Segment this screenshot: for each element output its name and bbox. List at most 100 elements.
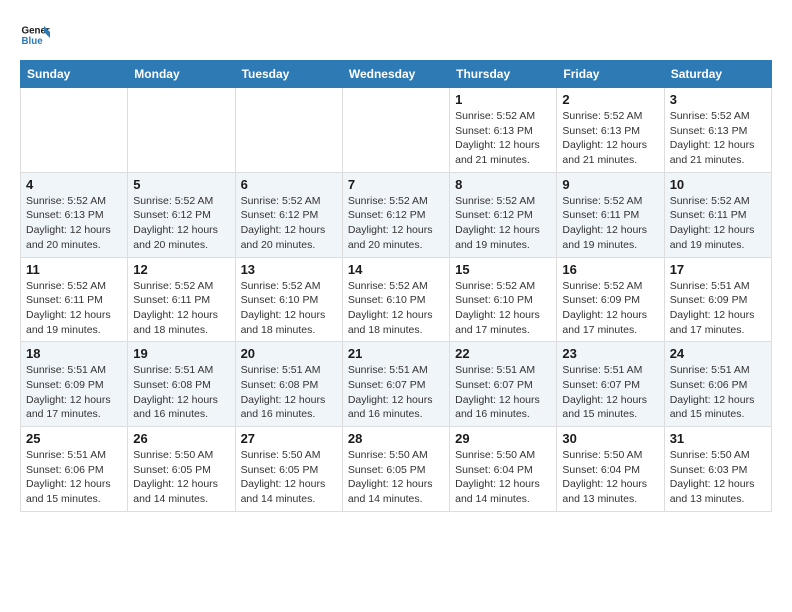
- day-info: Sunrise: 5:50 AMSunset: 6:03 PMDaylight:…: [670, 448, 766, 507]
- day-number: 11: [26, 262, 122, 277]
- day-info: Sunrise: 5:50 AMSunset: 6:04 PMDaylight:…: [455, 448, 551, 507]
- calendar-cell: 24 Sunrise: 5:51 AMSunset: 6:06 PMDayligh…: [664, 342, 771, 427]
- calendar-cell: 8Sunrise: 5:52 AMSunset: 6:12 PMDaylight…: [450, 172, 557, 257]
- weekday-header: Wednesday: [342, 61, 449, 88]
- day-number: 21: [348, 346, 444, 361]
- day-info: Sunrise: 5:51 AMSunset: 6:08 PMDaylight:…: [133, 363, 229, 422]
- day-info: Sunrise: 5:51 AMSunset: 6:06 PMDaylight:…: [26, 448, 122, 507]
- day-number: 29: [455, 431, 551, 446]
- day-info: Sunrise: 5:52 AMSunset: 6:13 PMDaylight:…: [562, 109, 658, 168]
- day-info: Sunrise: 5:52 AMSunset: 6:11 PMDaylight:…: [133, 279, 229, 338]
- calendar-cell: 23 Sunrise: 5:51 AMSunset: 6:07 PMDayligh…: [557, 342, 664, 427]
- calendar-cell: 22 Sunrise: 5:51 AMSunset: 6:07 PMDayligh…: [450, 342, 557, 427]
- day-number: 17: [670, 262, 766, 277]
- calendar-cell: 12 Sunrise: 5:52 AMSunset: 6:11 PMDayligh…: [128, 257, 235, 342]
- day-info: Sunrise: 5:52 AMSunset: 6:10 PMDaylight:…: [241, 279, 337, 338]
- calendar-cell: [128, 88, 235, 173]
- weekday-header: Saturday: [664, 61, 771, 88]
- calendar-cell: 20Sunrise: 5:51 AMSunset: 6:08 PMDayligh…: [235, 342, 342, 427]
- day-info: Sunrise: 5:50 AMSunset: 6:05 PMDaylight:…: [133, 448, 229, 507]
- day-info: Sunrise: 5:52 AMSunset: 6:11 PMDaylight:…: [670, 194, 766, 253]
- day-info: Sunrise: 5:51 AMSunset: 6:09 PMDaylight:…: [670, 279, 766, 338]
- calendar-cell: 11 Sunrise: 5:52 AMSunset: 6:11 PMDayligh…: [21, 257, 128, 342]
- day-number: 19: [133, 346, 229, 361]
- day-info: Sunrise: 5:52 AMSunset: 6:10 PMDaylight:…: [455, 279, 551, 338]
- calendar-cell: 9 Sunrise: 5:52 AMSunset: 6:11 PMDaylight…: [557, 172, 664, 257]
- calendar-cell: 17 Sunrise: 5:51 AMSunset: 6:09 PMDayligh…: [664, 257, 771, 342]
- day-info: Sunrise: 5:51 AMSunset: 6:07 PMDaylight:…: [455, 363, 551, 422]
- day-info: Sunrise: 5:52 AMSunset: 6:11 PMDaylight:…: [562, 194, 658, 253]
- day-number: 15: [455, 262, 551, 277]
- calendar-cell: 10 Sunrise: 5:52 AMSunset: 6:11 PMDayligh…: [664, 172, 771, 257]
- calendar-cell: 15 Sunrise: 5:52 AMSunset: 6:10 PMDayligh…: [450, 257, 557, 342]
- weekday-header: Thursday: [450, 61, 557, 88]
- day-info: Sunrise: 5:50 AMSunset: 6:05 PMDaylight:…: [241, 448, 337, 507]
- calendar-cell: 18Sunrise: 5:51 AMSunset: 6:09 PMDayligh…: [21, 342, 128, 427]
- calendar-cell: 31 Sunrise: 5:50 AMSunset: 6:03 PMDayligh…: [664, 427, 771, 512]
- calendar-cell: 1 Sunrise: 5:52 AMSunset: 6:13 PMDaylight…: [450, 88, 557, 173]
- calendar-cell: 27 Sunrise: 5:50 AMSunset: 6:05 PMDayligh…: [235, 427, 342, 512]
- day-number: 26: [133, 431, 229, 446]
- day-info: Sunrise: 5:52 AMSunset: 6:13 PMDaylight:…: [670, 109, 766, 168]
- day-info: Sunrise: 5:52 AMSunset: 6:12 PMDaylight:…: [241, 194, 337, 253]
- calendar-cell: 28 Sunrise: 5:50 AMSunset: 6:05 PMDayligh…: [342, 427, 449, 512]
- calendar-cell: 5 Sunrise: 5:52 AMSunset: 6:12 PMDaylight…: [128, 172, 235, 257]
- day-number: 22: [455, 346, 551, 361]
- calendar-cell: 29 Sunrise: 5:50 AMSunset: 6:04 PMDayligh…: [450, 427, 557, 512]
- day-info: Sunrise: 5:51 AMSunset: 6:07 PMDaylight:…: [348, 363, 444, 422]
- day-number: 4: [26, 177, 122, 192]
- day-info: Sunrise: 5:50 AMSunset: 6:05 PMDaylight:…: [348, 448, 444, 507]
- day-number: 23: [562, 346, 658, 361]
- calendar-cell: 26 Sunrise: 5:50 AMSunset: 6:05 PMDayligh…: [128, 427, 235, 512]
- calendar-cell: 7Sunrise: 5:52 AMSunset: 6:12 PMDaylight…: [342, 172, 449, 257]
- calendar-cell: 4 Sunrise: 5:52 AMSunset: 6:13 PMDaylight…: [21, 172, 128, 257]
- day-number: 24: [670, 346, 766, 361]
- day-info: Sunrise: 5:51 AMSunset: 6:09 PMDaylight:…: [26, 363, 122, 422]
- header: General Blue: [20, 20, 772, 50]
- calendar-cell: 21 Sunrise: 5:51 AMSunset: 6:07 PMDayligh…: [342, 342, 449, 427]
- calendar-cell: 30 Sunrise: 5:50 AMSunset: 6:04 PMDayligh…: [557, 427, 664, 512]
- day-number: 25: [26, 431, 122, 446]
- calendar-cell: 16Sunrise: 5:52 AMSunset: 6:09 PMDayligh…: [557, 257, 664, 342]
- day-number: 9: [562, 177, 658, 192]
- calendar-week-row: 4 Sunrise: 5:52 AMSunset: 6:13 PMDaylight…: [21, 172, 772, 257]
- day-number: 7: [348, 177, 444, 192]
- day-number: 2: [562, 92, 658, 107]
- calendar-week-row: 1 Sunrise: 5:52 AMSunset: 6:13 PMDaylight…: [21, 88, 772, 173]
- weekday-header: Monday: [128, 61, 235, 88]
- day-number: 16: [562, 262, 658, 277]
- day-number: 12: [133, 262, 229, 277]
- day-number: 3: [670, 92, 766, 107]
- day-number: 10: [670, 177, 766, 192]
- calendar-cell: [21, 88, 128, 173]
- day-info: Sunrise: 5:52 AMSunset: 6:12 PMDaylight:…: [133, 194, 229, 253]
- logo-icon: General Blue: [20, 20, 50, 50]
- day-info: Sunrise: 5:51 AMSunset: 6:07 PMDaylight:…: [562, 363, 658, 422]
- calendar-week-row: 25 Sunrise: 5:51 AMSunset: 6:06 PMDayligh…: [21, 427, 772, 512]
- calendar-cell: [342, 88, 449, 173]
- calendar-week-row: 11 Sunrise: 5:52 AMSunset: 6:11 PMDayligh…: [21, 257, 772, 342]
- day-info: Sunrise: 5:52 AMSunset: 6:13 PMDaylight:…: [26, 194, 122, 253]
- weekday-header-row: SundayMondayTuesdayWednesdayThursdayFrid…: [21, 61, 772, 88]
- day-info: Sunrise: 5:52 AMSunset: 6:11 PMDaylight:…: [26, 279, 122, 338]
- logo: General Blue: [20, 20, 50, 50]
- day-info: Sunrise: 5:50 AMSunset: 6:04 PMDaylight:…: [562, 448, 658, 507]
- calendar-cell: 14 Sunrise: 5:52 AMSunset: 6:10 PMDayligh…: [342, 257, 449, 342]
- day-info: Sunrise: 5:52 AMSunset: 6:10 PMDaylight:…: [348, 279, 444, 338]
- calendar-cell: 3 Sunrise: 5:52 AMSunset: 6:13 PMDaylight…: [664, 88, 771, 173]
- day-number: 31: [670, 431, 766, 446]
- day-number: 6: [241, 177, 337, 192]
- day-number: 5: [133, 177, 229, 192]
- day-number: 13: [241, 262, 337, 277]
- day-number: 27: [241, 431, 337, 446]
- day-info: Sunrise: 5:52 AMSunset: 6:13 PMDaylight:…: [455, 109, 551, 168]
- calendar-cell: 6 Sunrise: 5:52 AMSunset: 6:12 PMDaylight…: [235, 172, 342, 257]
- day-info: Sunrise: 5:51 AMSunset: 6:06 PMDaylight:…: [670, 363, 766, 422]
- calendar-cell: 19 Sunrise: 5:51 AMSunset: 6:08 PMDayligh…: [128, 342, 235, 427]
- day-number: 14: [348, 262, 444, 277]
- day-number: 28: [348, 431, 444, 446]
- day-number: 30: [562, 431, 658, 446]
- day-number: 8: [455, 177, 551, 192]
- day-number: 1: [455, 92, 551, 107]
- day-info: Sunrise: 5:51 AMSunset: 6:08 PMDaylight:…: [241, 363, 337, 422]
